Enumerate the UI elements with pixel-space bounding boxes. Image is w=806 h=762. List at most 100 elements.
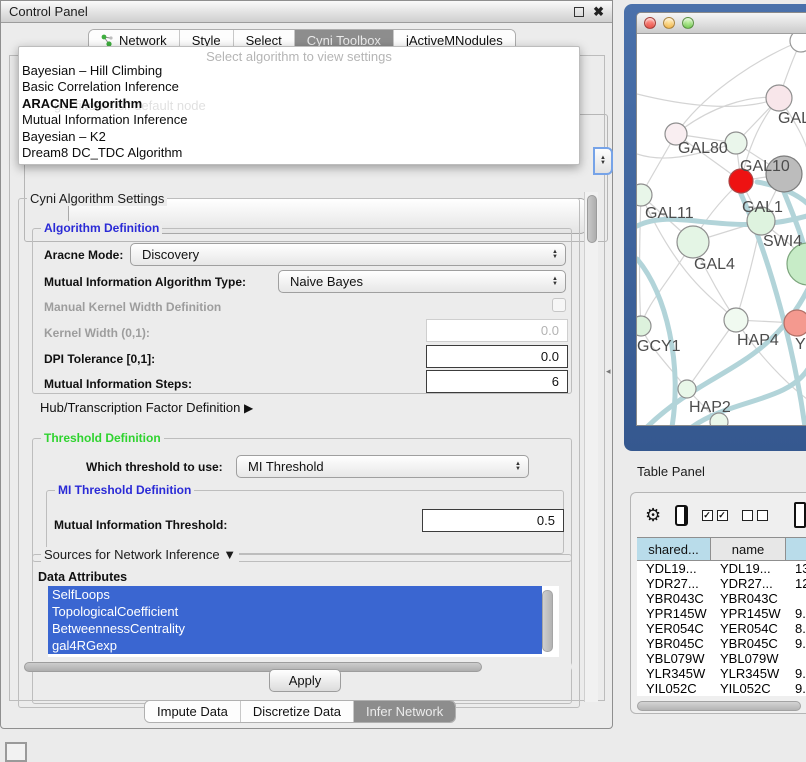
- tab-discretize-data[interactable]: Discretize Data: [241, 701, 354, 722]
- manual-kernel-width-label: Manual Kernel Width Definition: [44, 300, 221, 314]
- data-attributes-list[interactable]: SelfLoopsTopologicalCoefficientBetweenne…: [48, 586, 559, 657]
- algorithm-popup-item[interactable]: Mutual Information Inference: [19, 112, 579, 128]
- table-row[interactable]: YBL079WYBL079W: [637, 651, 806, 666]
- sources-group-title: Sources for Network Inference ▼: [41, 547, 239, 562]
- table-cell: [786, 591, 806, 606]
- column-header-name[interactable]: name: [711, 538, 786, 560]
- network-node[interactable]: [724, 308, 748, 332]
- algorithm-popup-item[interactable]: Bayesian – Hill Climbing: [19, 63, 579, 79]
- apply-button[interactable]: Apply: [269, 669, 341, 692]
- algorithm-popup-item[interactable]: Basic Correlation Inference: [19, 79, 579, 95]
- kernel-width-label: Kernel Width (0,1):: [44, 326, 150, 340]
- corner-restore-icon[interactable]: [5, 742, 27, 762]
- column-header-partial[interactable]: A: [786, 538, 806, 560]
- mi-threshold-definition-title: MI Threshold Definition: [55, 483, 194, 497]
- network-canvas-svg[interactable]: GALGAL80GAL10GAL1GAL11SWI4GAL4GCY1HAP4YH…: [637, 34, 806, 426]
- minimize-window-icon[interactable]: [663, 17, 675, 29]
- table-row[interactable]: YBR043CYBR043C: [637, 591, 806, 606]
- hub-definition-expander[interactable]: Hub/Transcription Factor Definition ▶: [40, 400, 253, 415]
- table-cell: YLR345W: [711, 666, 786, 681]
- table-row[interactable]: YER054CYER054C8.: [637, 621, 806, 636]
- close-window-icon[interactable]: [644, 17, 656, 29]
- scrollbar-thumb[interactable]: [587, 195, 597, 243]
- mi-steps-field[interactable]: 6: [426, 370, 568, 393]
- kernel-width-field[interactable]: 0.0: [426, 319, 568, 342]
- algorithm-popup-item[interactable]: ARACNE Algorithm: [19, 96, 579, 112]
- panel-title: Control Panel: [9, 4, 574, 19]
- algorithm-select-popup: Select algorithm to view settings Bayesi…: [18, 46, 580, 165]
- column-header-shared-name[interactable]: shared...: [637, 538, 711, 560]
- network-node-label: GAL: [778, 110, 806, 127]
- float-window-icon[interactable]: [574, 7, 584, 17]
- splitter-collapse-arrow[interactable]: ◂: [606, 366, 611, 377]
- table-row[interactable]: YDR27...YDR27...12: [637, 576, 806, 591]
- table-cell: 9.: [786, 606, 806, 621]
- table-cell: YDR27...: [711, 576, 786, 591]
- gear-icon[interactable]: ⚙: [645, 506, 661, 524]
- network-view-window: GALGAL80GAL10GAL1GAL11SWI4GAL4GCY1HAP4YH…: [636, 12, 806, 426]
- deselect-all-columns-icon[interactable]: [742, 510, 768, 521]
- network-node-label: SWI4: [763, 233, 802, 250]
- data-attribute-item[interactable]: TopologicalCoefficient: [48, 603, 542, 620]
- threshold-definition-title: Threshold Definition: [41, 431, 164, 445]
- tab-infer-network[interactable]: Infer Network: [354, 701, 455, 722]
- network-node[interactable]: [766, 85, 792, 111]
- network-node[interactable]: [784, 310, 806, 336]
- network-edge[interactable]: [637, 94, 779, 106]
- table-row[interactable]: YPR145WYPR145W9.: [637, 606, 806, 621]
- table-cell: YLR345W: [637, 666, 711, 681]
- mi-threshold-field[interactable]: 0.5: [422, 509, 564, 532]
- table-cell: YBR045C: [711, 636, 786, 651]
- table-cell: 9.: [786, 666, 806, 681]
- columns-icon[interactable]: [675, 505, 687, 526]
- table-row[interactable]: YIL052CYIL052C9.: [637, 681, 806, 696]
- table-row[interactable]: YDL19...YDL19...13: [637, 561, 806, 576]
- algorithm-popup-item[interactable]: Dream8 DC_TDC Algorithm: [19, 145, 579, 161]
- data-attribute-item[interactable]: BetweennessCentrality: [48, 620, 542, 637]
- node-table: shared... name A YDL19...YDL19...13YDR27…: [637, 537, 806, 696]
- manual-kernel-width-checkbox[interactable]: [552, 298, 566, 312]
- network-edge-thick[interactable]: [692, 369, 806, 426]
- settings-vertical-scrollbar[interactable]: [584, 192, 598, 702]
- network-edge[interactable]: [641, 326, 687, 389]
- combo-stepper-icon: ▲▼: [552, 250, 558, 260]
- close-panel-icon[interactable]: ✖: [593, 7, 604, 17]
- algorithm-combo-fragment[interactable]: ▲▼: [593, 147, 613, 175]
- network-node[interactable]: [725, 132, 747, 154]
- dpi-tolerance-field[interactable]: 0.0: [426, 345, 568, 368]
- table-cell: YDL19...: [711, 561, 786, 576]
- table-cell: YBR043C: [637, 591, 711, 606]
- zoom-window-icon[interactable]: [682, 17, 694, 29]
- table-horizontal-scrollbar[interactable]: [637, 701, 801, 711]
- tab-impute-data[interactable]: Impute Data: [145, 701, 241, 722]
- table-row[interactable]: YLR345WYLR345W9.: [637, 666, 806, 681]
- algorithm-popup-item[interactable]: Bayesian – K2: [19, 129, 579, 145]
- table-row[interactable]: YBR045CYBR045C9.: [637, 636, 806, 651]
- network-node-label: HAP2: [689, 399, 731, 416]
- select-all-columns-icon[interactable]: ✓✓: [702, 510, 728, 521]
- which-threshold-combo[interactable]: MI Threshold ▲▼: [236, 455, 529, 478]
- table-header-row: shared... name A: [637, 538, 806, 561]
- network-node[interactable]: [677, 226, 709, 258]
- network-node-label: GAL1: [742, 199, 783, 216]
- table-panel-window: ⚙ ✓✓ shared... name A YDL19...YDL19...13…: [630, 492, 806, 714]
- network-node[interactable]: [637, 316, 651, 336]
- network-node[interactable]: [678, 380, 696, 398]
- mi-steps-label: Mutual Information Steps:: [44, 377, 192, 391]
- data-attribute-item[interactable]: SelfLoops: [48, 586, 542, 603]
- network-node-label: GAL80: [678, 140, 728, 157]
- aracne-mode-combo[interactable]: Discovery ▲▼: [130, 243, 566, 266]
- cyni-bottom-tabs: Impute Data Discretize Data Infer Networ…: [144, 700, 456, 723]
- mi-algorithm-type-combo[interactable]: Naive Bayes ▲▼: [278, 270, 566, 293]
- network-node[interactable]: [790, 34, 806, 52]
- combo-stepper-icon: ▲▼: [515, 462, 521, 472]
- export-table-icon[interactable]: [794, 502, 806, 528]
- scrollbar-thumb[interactable]: [24, 662, 482, 672]
- table-cell: 12: [786, 576, 806, 591]
- network-node-label: GAL10: [740, 158, 790, 175]
- attributes-list-scrollbar[interactable]: [542, 590, 553, 652]
- data-attribute-item[interactable]: gal4RGexp: [48, 637, 542, 654]
- table-cell: YBL079W: [711, 651, 786, 666]
- algorithm-popup-list: Bayesian – Hill ClimbingBasic Correlatio…: [19, 63, 579, 161]
- table-cell: YER054C: [637, 621, 711, 636]
